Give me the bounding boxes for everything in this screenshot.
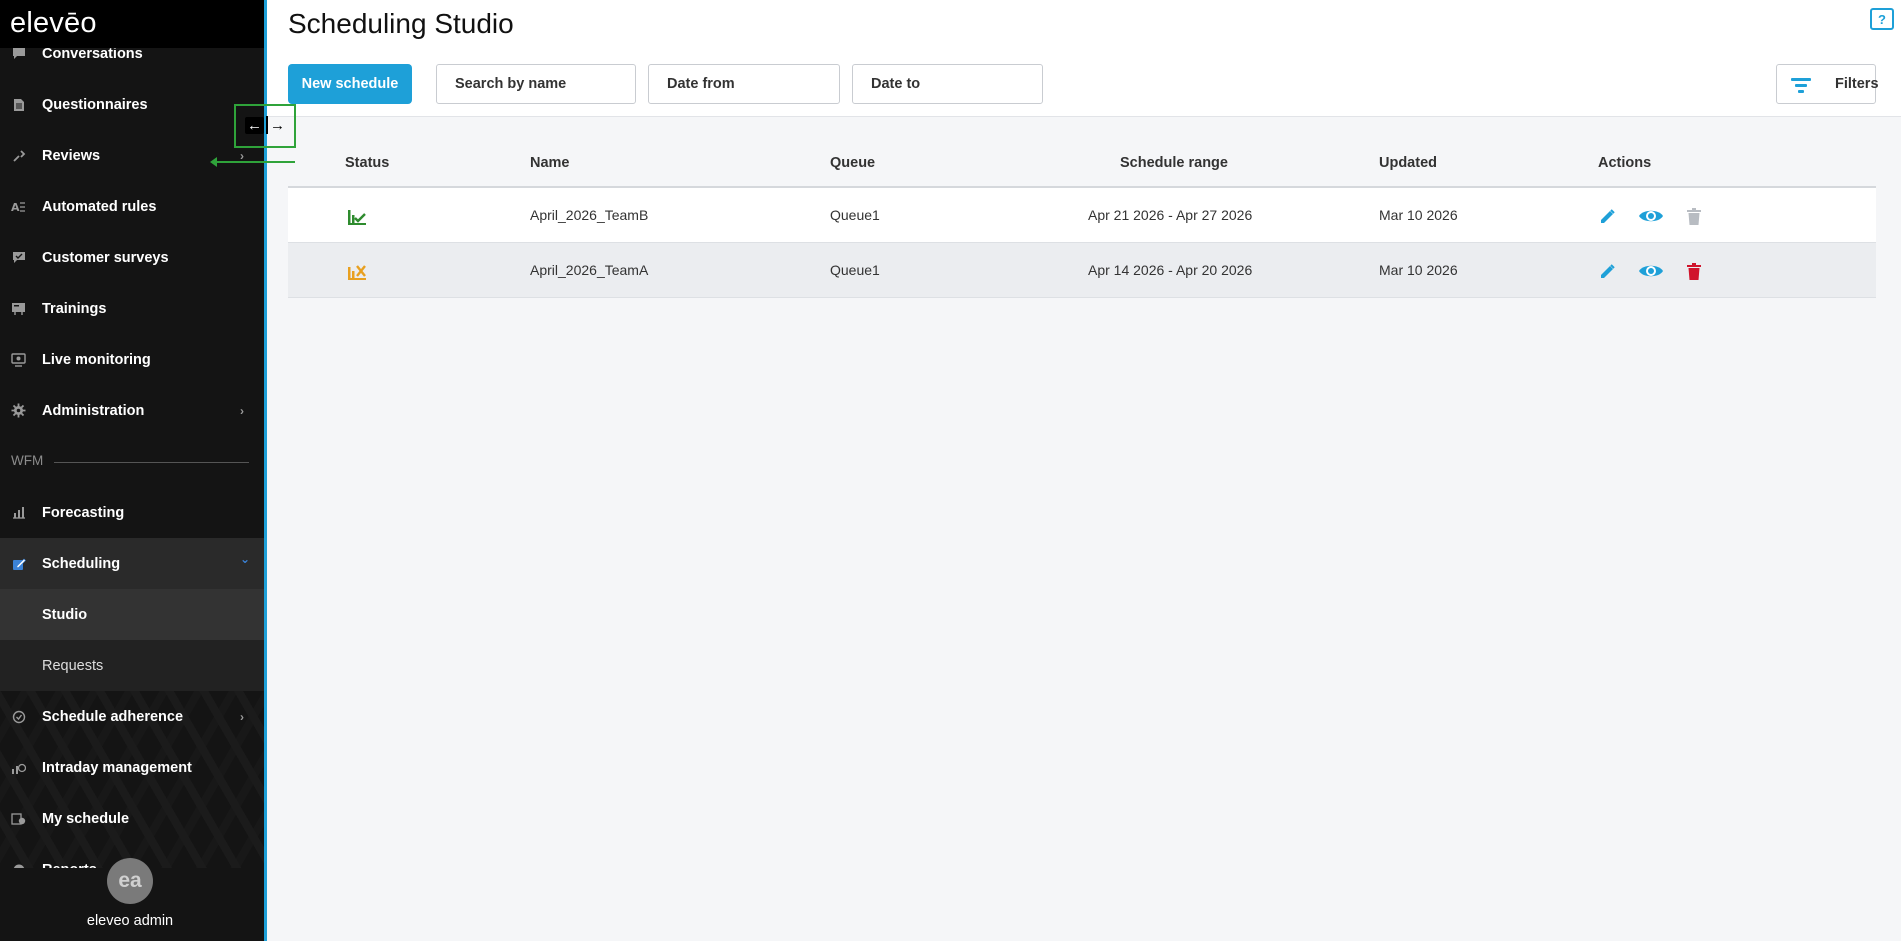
arrow-right-icon: → — [270, 116, 285, 134]
column-header-schedule-range: Schedule range — [1120, 155, 1228, 171]
chat-icon — [11, 46, 26, 61]
help-icon[interactable]: ? — [1870, 8, 1894, 30]
sidebar-subitem-studio[interactable]: Studio — [0, 589, 264, 640]
sidebar-item-intraday-management[interactable]: Intraday management — [0, 742, 264, 793]
sidebar-item-label: Studio — [42, 606, 88, 623]
section-divider — [54, 462, 249, 463]
chevron-right-icon: › — [240, 403, 244, 418]
row-queue: Queue1 — [830, 207, 880, 223]
sidebar-item-label: Trainings — [42, 300, 107, 317]
sidebar-item-schedule-adherence[interactable]: Schedule adherence › — [0, 691, 264, 742]
sidebar-item-label: Requests — [42, 657, 104, 674]
row-name: April_2026_TeamB — [530, 207, 649, 223]
sidebar-item-label: Forecasting — [42, 504, 125, 521]
row-updated: Mar 10 2026 — [1379, 207, 1458, 223]
monitor-icon — [11, 352, 26, 367]
table-row[interactable]: April_2026_TeamA Queue1 Apr 14 2026 - Ap… — [288, 243, 1876, 298]
sidebar-item-scheduling[interactable]: Scheduling ⌄ — [0, 538, 264, 589]
section-label-wfm: WFM — [11, 453, 44, 468]
row-schedule-range: Apr 21 2026 - Apr 27 2026 — [1088, 207, 1253, 223]
search-input[interactable] — [436, 64, 636, 104]
calendar-icon — [11, 811, 26, 826]
sidebar-item-label: Automated rules — [42, 198, 157, 215]
document-icon — [11, 97, 26, 112]
user-name: eleveo admin — [86, 913, 174, 929]
chart-icon — [11, 505, 26, 520]
schedules-table: Status Name Queue Schedule range Updated… — [288, 140, 1876, 298]
reviews-icon — [11, 148, 26, 163]
sidebar-item-reviews[interactable]: Reviews › — [0, 130, 264, 181]
rules-icon: A — [11, 199, 26, 214]
edit-icon — [11, 556, 26, 571]
column-header-queue: Queue — [830, 155, 876, 171]
row-updated: Mar 10 2026 — [1379, 262, 1458, 278]
sidebar-item-questionnaires[interactable]: Questionnaires — [0, 79, 264, 130]
view-eye-icon[interactable] — [1638, 260, 1664, 282]
unpublished-status-icon — [346, 261, 368, 281]
sidebar-item-label: Questionnaires — [42, 96, 148, 113]
table-header: Status Name Queue Schedule range Updated… — [288, 140, 1876, 188]
sidebar-item-label: My schedule — [42, 810, 130, 827]
intraday-icon — [11, 760, 26, 775]
filters-button[interactable]: Filters — [1776, 64, 1879, 104]
resize-bar-icon — [266, 116, 268, 134]
sidebar-item-customer-surveys[interactable]: Customer surveys — [0, 232, 264, 283]
sidebar-item-live-monitoring[interactable]: Live monitoring — [0, 334, 264, 385]
sidebar-item-label: Schedule adherence — [42, 708, 184, 725]
table-row[interactable]: April_2026_TeamB Queue1 Apr 21 2026 - Ap… — [288, 188, 1876, 243]
sidebar-item-label: Live monitoring — [42, 351, 151, 368]
edit-icon[interactable] — [1596, 205, 1618, 227]
column-header-name: Name — [530, 155, 570, 171]
chevron-down-icon: ⌄ — [240, 552, 251, 566]
view-eye-icon[interactable] — [1638, 205, 1664, 227]
edit-icon[interactable] — [1596, 260, 1618, 282]
row-schedule-range: Apr 14 2026 - Apr 20 2026 — [1088, 262, 1253, 278]
row-name: April_2026_TeamA — [530, 262, 649, 278]
filters-label: Filters — [1835, 76, 1879, 92]
sidebar-item-administration[interactable]: Administration › — [0, 385, 264, 436]
sidebar-item-trainings[interactable]: Trainings — [0, 283, 264, 334]
arrow-left-icon: ← — [245, 116, 264, 134]
date-to-field[interactable] — [852, 64, 1043, 104]
delete-icon-disabled — [1683, 205, 1705, 227]
column-header-updated: Updated — [1379, 155, 1437, 171]
date-from-field[interactable] — [648, 64, 840, 104]
sidebar-item-forecasting[interactable]: Forecasting — [0, 487, 264, 538]
sidebar-item-label: Administration — [42, 402, 145, 419]
sidebar-item-label: Intraday management — [42, 759, 192, 776]
filter-icon — [1791, 77, 1811, 93]
survey-icon — [11, 250, 26, 265]
delete-icon[interactable] — [1683, 260, 1705, 282]
drag-direction-arrow — [210, 157, 295, 167]
avatar[interactable]: ea — [107, 858, 153, 904]
page-title: Scheduling Studio — [288, 8, 514, 39]
published-status-icon — [346, 206, 368, 226]
sidebar-resize-handle[interactable]: ← → — [244, 112, 286, 138]
sidebar-item-my-schedule[interactable]: My schedule — [0, 793, 264, 844]
sidebar-subitem-requests[interactable]: Requests — [0, 640, 264, 691]
sidebar-item-automated-rules[interactable]: A Automated rules — [0, 181, 264, 232]
sidebar-item-label: Scheduling — [42, 555, 121, 572]
svg-text:A: A — [11, 201, 20, 213]
logo-bar: elevēo — [0, 0, 264, 48]
sidebar-item-label: Customer surveys — [42, 249, 169, 266]
logo: elevēo — [10, 7, 97, 39]
gear-icon — [11, 403, 26, 418]
column-header-status: Status — [345, 155, 390, 171]
column-header-actions: Actions — [1598, 155, 1652, 171]
chevron-right-icon: › — [240, 709, 244, 724]
sidebar-item-label: Reviews — [42, 147, 101, 164]
training-icon — [11, 301, 26, 316]
check-circle-icon — [11, 709, 26, 724]
new-schedule-button[interactable]: New schedule — [288, 64, 412, 104]
sidebar: Conversations Questionnaires Reviews › A… — [0, 0, 264, 941]
row-queue: Queue1 — [830, 262, 880, 278]
